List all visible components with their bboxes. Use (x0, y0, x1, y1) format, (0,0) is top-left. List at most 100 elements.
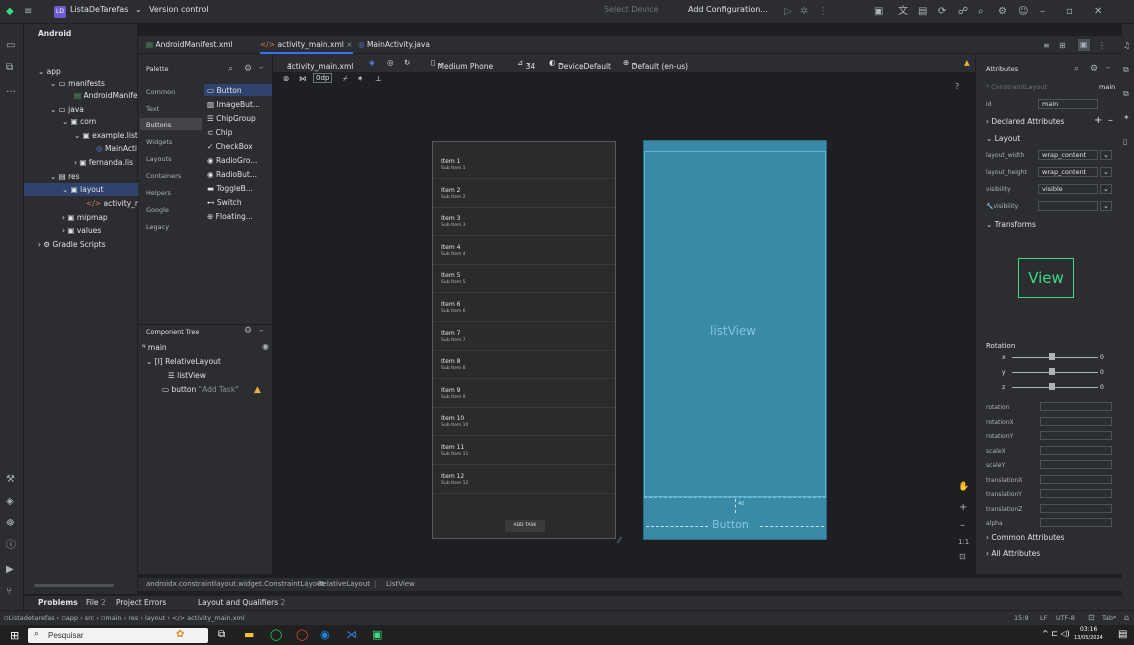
whatsapp-icon[interactable]: ◯ (270, 628, 282, 641)
design-surface[interactable] (273, 54, 975, 574)
search-box[interactable]: ⌕ Pesquisar ✿ (28, 628, 208, 643)
design-mode-icon[interactable]: ◈ (369, 58, 375, 67)
warning-icon[interactable]: ▲ (254, 384, 261, 396)
tree-node-main[interactable]: ᴺ main (142, 343, 167, 352)
running-devices-icon[interactable]: ▯ (1123, 136, 1127, 148)
blueprint-mode-icon[interactable]: ◎ (387, 58, 394, 67)
warning-icon[interactable]: ▲ (964, 58, 970, 67)
attr-rotationy-input[interactable] (1040, 431, 1112, 440)
file-encoding[interactable]: UTF-8 (1056, 614, 1075, 622)
list-item[interactable]: Item 11 Sub Item 11 (433, 437, 615, 465)
lock-icon[interactable]: ⌂ (1124, 613, 1129, 622)
chevron-down-icon[interactable]: ⌄ (1100, 201, 1112, 211)
horizontal-scrollbar[interactable] (34, 584, 114, 587)
device-dropdown[interactable]: ▯ Medium Phone ⌄ (431, 58, 493, 71)
rotation-x-thumb[interactable] (1049, 353, 1055, 360)
tree-item-main-activity[interactable]: ◎ MainActi (96, 144, 137, 153)
tree-item-res[interactable]: ⌄ ▤ res (50, 172, 80, 181)
chrome-icon[interactable]: ◉ (320, 628, 330, 641)
zoom-out-icon[interactable]: – (960, 520, 965, 531)
list-item[interactable]: Item 3 Sub Item 3 (433, 208, 615, 237)
run-config-dropdown[interactable]: Add Configuration... (688, 5, 768, 14)
palette-cat-widgets[interactable]: Widgets (146, 138, 172, 146)
windows-start-icon[interactable]: ⊞ (10, 629, 19, 642)
design-view-icon[interactable]: ▣ (1078, 39, 1090, 51)
list-item[interactable]: Item 1 Sub Item 1 (433, 151, 615, 179)
tree-item-layout[interactable]: ⌄ ▣ layout (62, 185, 104, 194)
tree-item-com[interactable]: ⌄ ▣ com (62, 117, 96, 126)
attr-scalex-input[interactable] (1040, 445, 1112, 455)
list-item[interactable]: Item 10 Sub Item 10 (433, 408, 615, 437)
rotation-x-slider[interactable] (1012, 357, 1098, 358)
device-mirror-icon[interactable]: ⧉ (1123, 88, 1129, 100)
tab-file[interactable]: File 2 (86, 598, 106, 607)
palette-cat-layouts[interactable]: Layouts (146, 155, 171, 163)
help-icon[interactable]: ? (955, 82, 959, 91)
palette-cat-text[interactable]: Text (146, 105, 159, 113)
attr-rotationx-input[interactable] (1040, 416, 1112, 426)
palette-cat-helpers[interactable]: Helpers (146, 189, 171, 197)
list-item[interactable]: Item 6 Sub Item 6 (433, 294, 615, 322)
tab-activity-main[interactable]: </> activity_main.xml × (260, 40, 353, 54)
attr-rotation-input[interactable] (1040, 402, 1112, 411)
list-item[interactable]: Item 12 Sub Item 12 (433, 466, 615, 494)
indent-setting[interactable]: Tab* (1102, 614, 1116, 622)
orientation-icon[interactable]: ↻ (404, 58, 410, 67)
chevron-down-icon[interactable]: ⌄ (1100, 167, 1112, 177)
collapse-icon[interactable]: – (259, 62, 264, 74)
tab-main-activity[interactable]: ◎ MainActivity.java (358, 40, 430, 49)
more-icon[interactable]: ⋮ (818, 6, 828, 18)
list-item[interactable]: Item 5 Sub Item 5 (433, 265, 615, 294)
chevron-down-icon[interactable]: ⌄ (1100, 184, 1112, 194)
breadcrumb-listview[interactable]: ListView (386, 580, 415, 588)
zoom-actual-size-icon[interactable]: 1:1 (958, 538, 969, 546)
vcs-menu[interactable]: Version control (149, 5, 209, 14)
breadcrumb-constraintlayout[interactable]: androidx.constraintlayout.widget.Constra… (146, 580, 324, 588)
project-name[interactable]: ListaDeTarefas (70, 5, 128, 14)
clock-time[interactable]: 03:16 (1080, 626, 1097, 633)
opera-icon[interactable]: ◯ (296, 628, 308, 641)
project-tool-icon[interactable]: ▭ (6, 40, 15, 52)
palette-cat-common[interactable]: Common (146, 88, 175, 96)
tab-project-errors[interactable]: Project Errors (116, 598, 166, 607)
tree-item-android-manifest[interactable]: ▤ AndroidManife (74, 91, 138, 100)
layout-inspector-icon[interactable]: ▤ (918, 6, 927, 18)
select-device-dropdown[interactable]: Select Device (604, 5, 659, 14)
minimize-icon[interactable]: – (1040, 6, 1045, 18)
android-studio-taskbar-icon[interactable]: ▣ (372, 628, 382, 641)
translate-icon[interactable]: 文 (898, 6, 908, 18)
attr-alpha-input[interactable] (1040, 518, 1112, 527)
rotation-y-slider[interactable] (1012, 372, 1098, 373)
sync-icon[interactable]: ⟳ (938, 6, 946, 18)
palette-item-button[interactable]: ▭ Button (207, 86, 242, 95)
account-icon[interactable]: ☺ (1018, 6, 1028, 18)
default-margin-dropdown[interactable]: 0dp (313, 73, 333, 83)
palette-item-radiogroup[interactable]: ◉ RadioGro... (207, 156, 257, 165)
git-icon[interactable]: ⑂ (6, 586, 12, 598)
tree-node-listview[interactable]: ☰ listView (168, 371, 206, 380)
palette-cat-google[interactable]: Google (146, 206, 169, 214)
palette-item-checkbox[interactable]: ✓ CheckBox (207, 142, 253, 151)
palette-item-radiobutton[interactable]: ◉ RadioBut... (207, 170, 257, 179)
maximize-icon[interactable]: ▫ (1066, 6, 1073, 18)
collapse-icon[interactable]: – (1106, 62, 1111, 74)
tree-node-relativelayout[interactable]: ⌄ [I] RelativeLayout (146, 357, 221, 366)
layout-section-header[interactable]: ⌄ Layout (986, 134, 1020, 143)
infer-constraints-icon[interactable]: ✶ (357, 74, 363, 83)
list-item[interactable]: Item 7 Sub Item 7 (433, 323, 615, 351)
gear-icon[interactable]: ⚙ (244, 63, 252, 75)
run-anything-icon[interactable]: ☍ (958, 6, 968, 18)
palette-cat-buttons[interactable]: Buttons (146, 121, 171, 129)
code-view-icon[interactable]: ≡ (1043, 40, 1050, 52)
clear-constraints-icon[interactable]: ⌿ (343, 74, 348, 84)
layout-file-dropdown[interactable]: activity_main.xml ⌄ (287, 58, 353, 71)
vscode-icon[interactable]: ⋊ (346, 628, 357, 641)
tab-problems[interactable]: Problems (38, 598, 78, 607)
transforms-section-header[interactable]: ⌄ Transforms (986, 220, 1036, 229)
tabs-more-icon[interactable]: ⋮ (1098, 40, 1106, 52)
list-item[interactable]: Item 4 Sub Item 4 (433, 237, 615, 265)
attr-scaley-input[interactable] (1040, 460, 1112, 469)
list-item[interactable]: Item 9 Sub Item 9 (433, 380, 615, 408)
palette-cat-containers[interactable]: Containers (146, 172, 181, 180)
tree-item-values[interactable]: › ▣ values (62, 226, 101, 235)
